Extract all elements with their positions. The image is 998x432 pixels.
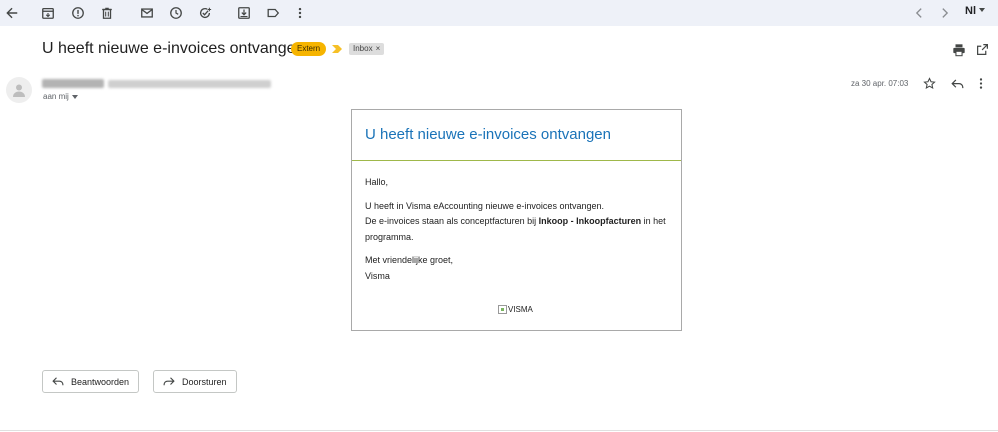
input-language-selector[interactable]: Nl <box>965 5 976 17</box>
sender-email-redacted <box>108 80 271 88</box>
recipient-details[interactable]: aan mij <box>43 92 78 101</box>
back-arrow-icon[interactable] <box>2 3 22 23</box>
signature: Visma <box>365 270 390 281</box>
person-icon <box>13 84 25 97</box>
snooze-icon[interactable] <box>166 3 186 23</box>
body-paragraph: U heeft in Visma eAccounting nieuwe e-in… <box>365 199 675 246</box>
label-inbox-text: Inbox <box>353 44 373 53</box>
reply-icon[interactable] <box>951 78 964 90</box>
body-line-2-pre: De e-invoices staan als conceptfacturen … <box>365 216 539 226</box>
to-me-label: aan mij <box>43 92 69 101</box>
more-vert-icon[interactable] <box>978 77 984 90</box>
closing-paragraph: Met vriendelijke groet, Visma <box>365 253 675 284</box>
mark-unread-icon[interactable] <box>137 3 157 23</box>
avatar[interactable] <box>6 77 32 103</box>
greeting: Hallo, <box>365 177 389 187</box>
divider <box>0 430 998 431</box>
label-extern: Extern <box>291 42 327 56</box>
print-icon[interactable] <box>952 43 966 57</box>
email-subject: U heeft nieuwe e-invoices ontvangen <box>42 40 305 57</box>
reply-icon <box>52 377 64 386</box>
reply-button[interactable]: Beantwoorden <box>42 370 140 393</box>
delete-icon[interactable] <box>97 3 117 23</box>
sender-name-redacted[interactable] <box>42 79 104 88</box>
move-to-icon[interactable] <box>234 3 254 23</box>
archive-icon[interactable] <box>38 3 58 23</box>
email-body: Hallo, U heeft in Visma eAccounting nieu… <box>365 175 675 292</box>
importance-marker-icon[interactable] <box>332 44 342 54</box>
forward-button-label: Doorsturen <box>182 376 227 387</box>
older-chevron-right-icon[interactable] <box>935 3 955 23</box>
chevron-down-icon[interactable] <box>71 94 78 99</box>
menu-path: Inkoop - Inkoopfacturen <box>538 216 642 226</box>
toolbar: Nl <box>0 0 998 26</box>
report-spam-icon[interactable] <box>68 3 88 23</box>
forward-button[interactable]: Doorsturen <box>153 370 237 393</box>
remove-label-icon[interactable]: × <box>376 44 381 53</box>
email-title: U heeft nieuwe e-invoices ontvangen <box>365 126 611 143</box>
star-icon[interactable] <box>923 77 936 90</box>
closing: Met vriendelijke groet, <box>365 255 454 265</box>
body-line-1: U heeft in Visma eAccounting nieuwe e-in… <box>365 200 604 211</box>
forward-icon <box>163 377 175 386</box>
add-task-icon[interactable] <box>195 3 215 23</box>
reply-button-label: Beantwoorden <box>71 376 130 387</box>
chevron-down-icon[interactable] <box>979 8 985 12</box>
visma-logo-broken-image: VISMA <box>498 305 533 314</box>
email-body-card: U heeft nieuwe e-invoices ontvangen Hall… <box>351 109 682 331</box>
divider <box>352 160 681 161</box>
open-new-window-icon[interactable] <box>976 43 989 56</box>
label-icon[interactable] <box>263 3 283 23</box>
label-inbox[interactable]: Inbox × <box>349 43 385 55</box>
newer-chevron-left-icon[interactable] <box>909 3 929 23</box>
logo-alt-text: VISMA <box>508 305 533 314</box>
more-vert-icon[interactable] <box>290 3 310 23</box>
message-date: za 30 apr. 07:03 <box>851 79 909 88</box>
broken-image-icon <box>498 305 507 314</box>
